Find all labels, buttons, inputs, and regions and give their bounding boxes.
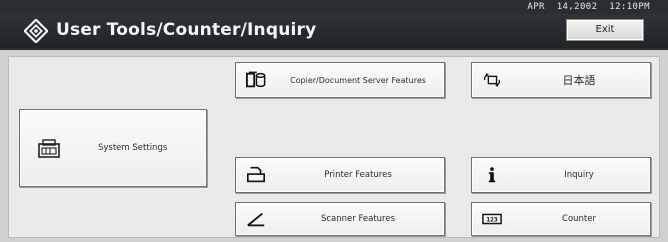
scanner-features-button[interactable]: Scanner Features bbox=[235, 202, 445, 236]
datetime-display: APR 14,2002 12:10PM bbox=[521, 2, 650, 12]
language-label: 日本語 bbox=[562, 73, 596, 87]
date-month: APR bbox=[527, 2, 545, 12]
page-title: User Tools/Counter/Inquiry bbox=[56, 20, 317, 40]
exit-button[interactable]: Exit bbox=[566, 19, 644, 41]
user-tools-icon bbox=[24, 19, 48, 43]
inquiry-label: Inquiry bbox=[564, 169, 594, 180]
printer-features-label: Printer Features bbox=[324, 169, 392, 180]
date-value: 14,2002 bbox=[556, 2, 598, 12]
copier-document-server-icon bbox=[246, 71, 266, 88]
screen: APR 14,2002 12:10PM User Tools/Counter/I… bbox=[0, 0, 668, 242]
counter-icon: 123 bbox=[482, 213, 502, 225]
copier-document-server-label: Copier/Document Server Features bbox=[290, 75, 426, 85]
scanner-features-label: Scanner Features bbox=[320, 213, 396, 224]
inquiry-button[interactable]: Inquiry bbox=[471, 157, 651, 193]
printer-icon bbox=[247, 166, 265, 183]
printer-features-button[interactable]: Printer Features bbox=[235, 157, 445, 193]
system-settings-label: System Settings bbox=[98, 142, 168, 153]
copier-document-server-button[interactable]: Copier/Document Server Features bbox=[235, 62, 445, 98]
counter-label: Counter bbox=[562, 213, 596, 224]
counter-button[interactable]: 123 Counter bbox=[471, 202, 651, 236]
scanner-icon bbox=[247, 212, 265, 227]
language-switch-button[interactable]: 日本語 bbox=[471, 62, 651, 98]
system-settings-icon bbox=[38, 139, 60, 158]
language-switch-icon bbox=[483, 73, 501, 87]
main-panel: System Settings Copier/Document Server F… bbox=[8, 56, 660, 238]
system-settings-button[interactable]: System Settings bbox=[19, 109, 207, 187]
time-value: 12:10PM bbox=[609, 2, 650, 12]
info-icon bbox=[488, 167, 496, 183]
header-bar: APR 14,2002 12:10PM User Tools/Counter/I… bbox=[0, 2, 668, 48]
svg-text:123: 123 bbox=[486, 217, 498, 224]
